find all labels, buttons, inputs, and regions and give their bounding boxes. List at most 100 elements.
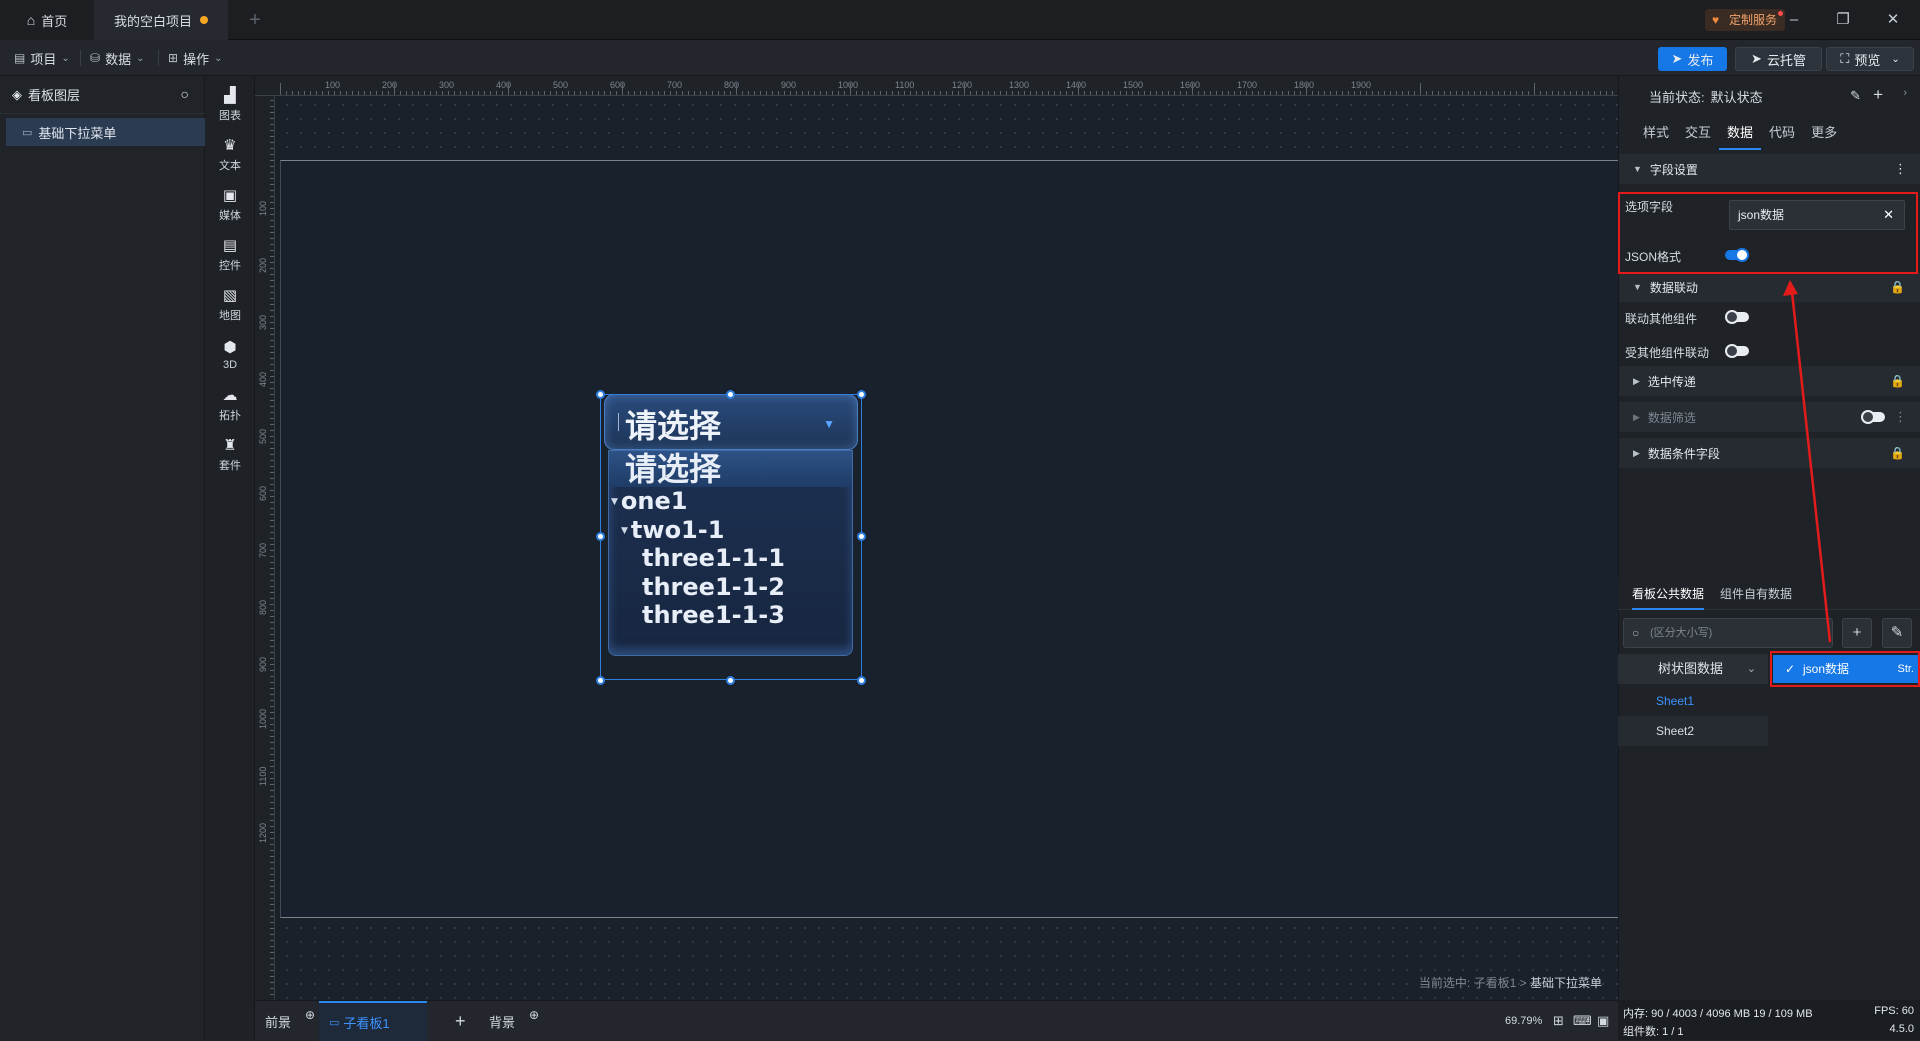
menu-operation[interactable]: ⊞ 操作 ⌄ bbox=[168, 48, 222, 68]
link-other-toggle[interactable] bbox=[1725, 310, 1749, 324]
restore-icon[interactable]: ❐ bbox=[1833, 10, 1853, 30]
terminal-icon[interactable]: ▣ bbox=[1597, 1001, 1609, 1041]
ruler-tick bbox=[772, 91, 773, 95]
lock-icon[interactable]: 🔒 bbox=[1890, 446, 1905, 460]
resize-handle[interactable] bbox=[596, 532, 605, 541]
publish-button[interactable]: ➤ 发布 bbox=[1658, 47, 1727, 71]
ruler-tick bbox=[270, 874, 274, 875]
add-tab-button[interactable]: + bbox=[240, 0, 270, 40]
search-icon[interactable]: ○ bbox=[181, 86, 189, 102]
ruler-tick bbox=[454, 91, 455, 95]
section-data-filter[interactable]: ▶ 数据筛选 ⋮ bbox=[1619, 402, 1920, 432]
data-source-tab[interactable]: 看板公共数据 bbox=[1632, 578, 1705, 610]
cloud-hosting-button[interactable]: ➤ 云托管 bbox=[1735, 47, 1822, 71]
resize-handle[interactable] bbox=[726, 390, 735, 399]
board-area[interactable] bbox=[280, 160, 1618, 918]
minimize-icon[interactable]: – bbox=[1784, 10, 1804, 30]
arrow-head bbox=[1783, 280, 1798, 296]
resize-handle[interactable] bbox=[726, 676, 735, 685]
selection-path: 子看板1 > bbox=[1473, 976, 1527, 990]
board-tab[interactable]: ▭ 子看板1 bbox=[319, 1001, 427, 1041]
component-chart[interactable]: ▟ 图表 bbox=[205, 80, 255, 130]
resize-handle[interactable] bbox=[596, 390, 605, 399]
component-text[interactable]: ♛ 文本 bbox=[205, 130, 255, 180]
lock-icon[interactable]: 🔒 bbox=[1890, 374, 1905, 388]
property-tab[interactable]: 代码 bbox=[1761, 116, 1803, 150]
canvas-area[interactable]: 100 200 300 400 500 600 700 800 900 1000 1100 1200 1… bbox=[255, 76, 1618, 1000]
ruler-tick bbox=[270, 490, 274, 491]
ruler-tick bbox=[610, 91, 611, 95]
menu-project[interactable]: ▤ 项目 ⌄ bbox=[14, 48, 70, 68]
ruler-tick bbox=[270, 196, 274, 197]
resize-handle[interactable] bbox=[596, 676, 605, 685]
ruler-tick bbox=[1264, 91, 1265, 95]
linked-by-other-toggle[interactable] bbox=[1725, 344, 1749, 358]
publish-label: 发布 bbox=[1687, 52, 1714, 68]
resize-handle[interactable] bbox=[857, 676, 866, 685]
ruler-tick bbox=[838, 91, 839, 95]
ruler-tick bbox=[1588, 91, 1589, 95]
resize-handle[interactable] bbox=[857, 532, 866, 541]
add-data-button[interactable]: + bbox=[1842, 618, 1872, 648]
custom-service-button[interactable]: ♥ 定制服务 bbox=[1705, 9, 1786, 31]
close-window-icon[interactable]: ✕ bbox=[1883, 10, 1903, 30]
add-circle-icon[interactable]: ⊕ bbox=[529, 1008, 539, 1022]
ruler-tick bbox=[270, 358, 274, 359]
ruler-tick bbox=[634, 91, 635, 95]
layer-item-dropdown[interactable]: ▭ 基础下拉菜单 bbox=[6, 118, 205, 146]
resize-handle[interactable] bbox=[857, 390, 866, 399]
background-layer-tab[interactable]: 背景 ⊕ bbox=[489, 1001, 539, 1041]
edit-icon[interactable]: ✎ bbox=[1850, 88, 1861, 104]
more-icon[interactable]: ⋮ bbox=[1894, 409, 1907, 425]
tab-home[interactable]: ⌂ 首页 bbox=[0, 0, 94, 40]
selection-box bbox=[600, 394, 862, 680]
ruler-tick bbox=[270, 640, 274, 641]
property-tab[interactable]: 交互 bbox=[1677, 116, 1719, 150]
property-tab[interactable]: 数据 bbox=[1719, 116, 1762, 150]
tree-category[interactable]: 树状图数据 ⌄ bbox=[1618, 654, 1768, 684]
ruler-tick bbox=[1360, 91, 1361, 95]
add-circle-icon[interactable]: ⊕ bbox=[305, 1008, 315, 1022]
property-tab[interactable]: 更多 bbox=[1803, 116, 1845, 150]
data-filter-toggle[interactable] bbox=[1861, 410, 1885, 424]
component-3d[interactable]: ⬢ 3D bbox=[205, 330, 255, 380]
keyboard-icon[interactable]: ⌨ bbox=[1573, 1001, 1592, 1041]
ruler-tick bbox=[1234, 91, 1235, 95]
ruler-tick bbox=[270, 460, 274, 461]
ruler-tick bbox=[1342, 91, 1343, 95]
chevron-right-icon[interactable]: › bbox=[1903, 87, 1907, 99]
more-icon[interactable]: ⋮ bbox=[1894, 161, 1907, 177]
zoom-level[interactable]: 69.79% bbox=[1505, 1001, 1542, 1041]
ruler-tick bbox=[270, 586, 274, 587]
caret-right-icon: ▶ bbox=[1633, 411, 1640, 422]
layers-icon: ◈ bbox=[12, 86, 22, 102]
fit-screen-icon[interactable]: ⊞ bbox=[1553, 1001, 1564, 1041]
ruler-tick bbox=[270, 370, 274, 371]
add-board-button[interactable]: + bbox=[455, 1001, 466, 1041]
component-topology[interactable]: ☁ 拓扑 bbox=[205, 380, 255, 430]
component-media[interactable]: ▣ 媒体 bbox=[205, 180, 255, 230]
tab-project[interactable]: 我的空白项目 bbox=[94, 0, 228, 40]
ruler-tick bbox=[292, 91, 293, 95]
section-select-pass[interactable]: ▶ 选中传递 🔒 bbox=[1619, 366, 1920, 396]
section-field-settings[interactable]: ▼ 字段设置 ⋮ bbox=[1619, 154, 1920, 184]
component-control[interactable]: ▤ 控件 bbox=[205, 230, 255, 280]
ruler-tick bbox=[322, 91, 323, 95]
section-data-condition[interactable]: ▶ 数据条件字段 🔒 bbox=[1619, 438, 1920, 468]
ruler-tick bbox=[766, 91, 767, 95]
lock-icon[interactable]: 🔒 bbox=[1890, 280, 1905, 294]
property-tab[interactable]: 样式 bbox=[1635, 116, 1677, 150]
sheet-item[interactable]: Sheet1 bbox=[1618, 686, 1768, 716]
component-kit[interactable]: ♜ 套件 bbox=[205, 430, 255, 480]
ruler-tick bbox=[270, 466, 274, 467]
unsaved-dot-icon bbox=[200, 16, 208, 24]
front-layer-tab[interactable]: 前景 ⊕ bbox=[265, 1001, 315, 1041]
edit-data-button[interactable]: ✎ bbox=[1882, 618, 1912, 648]
section-data-linkage[interactable]: ▼ 数据联动 🔒 bbox=[1619, 272, 1920, 302]
sheet-item[interactable]: Sheet2 bbox=[1618, 716, 1768, 746]
menu-data[interactable]: ⛁ 数据 ⌄ bbox=[90, 48, 144, 68]
canvas-grid bbox=[280, 921, 1618, 999]
preview-button[interactable]: ⛶ 预览 ⌄ bbox=[1826, 47, 1914, 71]
component-map[interactable]: ▧ 地图 bbox=[205, 280, 255, 330]
plus-icon[interactable]: + bbox=[1873, 85, 1883, 105]
